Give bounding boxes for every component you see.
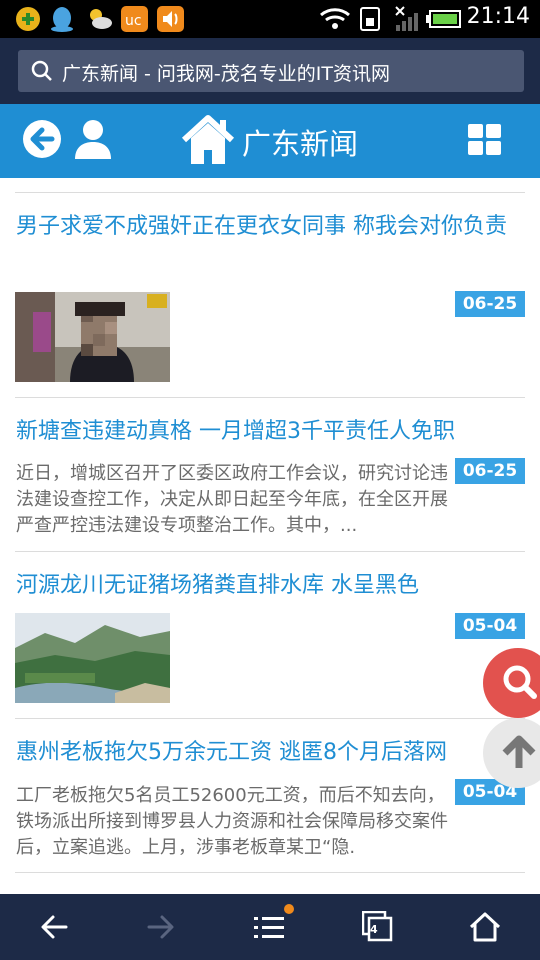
status-bar: uc 21:14 <box>0 0 540 38</box>
address-bar[interactable]: 广东新闻 - 问我网-茂名专业的IT资讯网 <box>18 50 524 92</box>
home-icon[interactable] <box>468 911 502 943</box>
browser-bottom-nav <box>0 894 540 960</box>
sim-icon <box>360 7 380 31</box>
article-summary: 近日，增城区召开了区委区政府工作会议，研究讨论违法建设查控工作，决定从即日起至今… <box>16 463 448 536</box>
home-icon[interactable] <box>180 114 236 166</box>
back-to-top-button[interactable] <box>483 718 540 788</box>
address-text: 广东新闻 - 问我网-茂名专业的IT资讯网 <box>62 63 391 85</box>
user-icon[interactable] <box>73 119 113 161</box>
arrow-up-icon <box>502 735 536 768</box>
back-arrow-icon[interactable] <box>38 911 70 943</box>
app-icon <box>16 7 40 31</box>
forward-arrow-icon[interactable] <box>145 911 177 943</box>
battery-icon <box>426 10 461 28</box>
article-title[interactable]: 河源龙川无证猪场猪粪直排水库 水呈黑色 <box>16 567 516 604</box>
site-header: 广东新闻 <box>0 104 540 178</box>
date-badge: 05-04 <box>455 613 525 639</box>
browser-toolbar: 广东新闻 - 问我网-茂名专业的IT资讯网 <box>0 38 540 104</box>
signal-icon <box>395 6 418 31</box>
divider <box>15 551 525 552</box>
article-title[interactable]: 惠州老板拖欠5万余元工资 逃匿8个月后落网 <box>16 734 516 771</box>
date-badge: 06-25 <box>455 458 525 484</box>
menu-icon[interactable] <box>252 904 296 944</box>
wifi-icon <box>320 8 350 29</box>
article-summary: 工厂老板拖欠5名员工52600元工资，而后不知去向，铁场派出所接到博罗县人力资源… <box>16 785 448 858</box>
tab-count: 4 <box>370 923 378 936</box>
divider <box>15 872 525 873</box>
search-icon <box>31 60 52 81</box>
page-title: 广东新闻 <box>242 127 359 161</box>
weather-icon <box>90 9 112 29</box>
divider <box>15 192 525 193</box>
article-title[interactable]: 男子求爱不成强奸正在更衣女同事 称我会对你负责 <box>16 208 516 245</box>
divider <box>15 397 525 398</box>
grid-menu-icon[interactable] <box>468 124 502 158</box>
floating-search-button[interactable] <box>483 648 540 718</box>
date-badge: 06-25 <box>455 291 525 317</box>
search-icon <box>503 665 537 699</box>
qq-icon <box>51 7 73 32</box>
divider <box>15 718 525 719</box>
status-time: 21:14 <box>466 4 530 29</box>
svg-text:uc: uc <box>125 13 142 29</box>
uc-browser-icon: uc <box>121 6 148 32</box>
article-title[interactable]: 新塘查违建动真格 一月增超3千平责任人免职 <box>16 413 516 450</box>
article-thumbnail[interactable] <box>15 613 170 703</box>
sound-icon <box>157 6 184 32</box>
back-arrow-icon[interactable] <box>22 119 62 159</box>
tabs-icon[interactable] <box>362 911 394 943</box>
article-thumbnail[interactable] <box>15 292 170 382</box>
